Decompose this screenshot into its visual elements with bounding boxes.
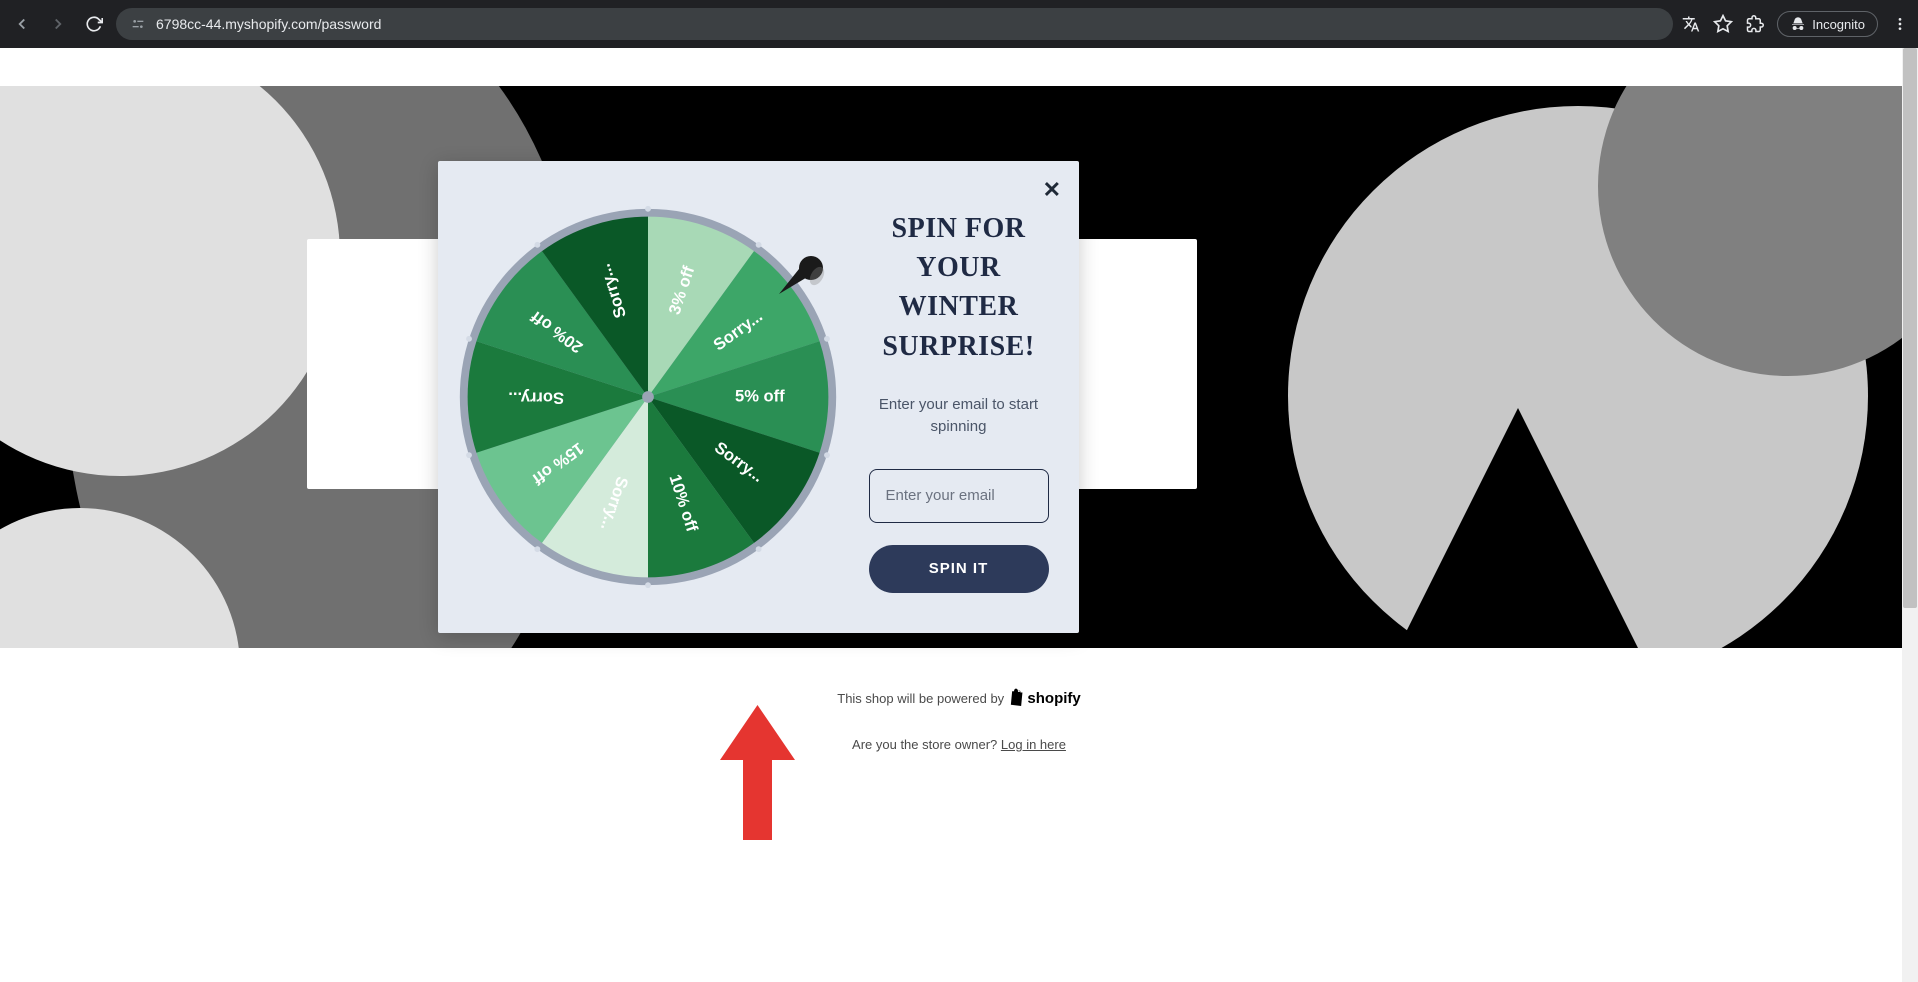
toolbar-right: Incognito: [1681, 11, 1910, 37]
shopify-bag-icon: [1008, 688, 1024, 709]
login-link[interactable]: Log in here: [1001, 737, 1066, 752]
chrome-menu-icon[interactable]: [1890, 14, 1910, 34]
scrollbar-track[interactable]: [1902, 48, 1918, 982]
bg-shape: [1378, 408, 1658, 648]
bookmark-icon[interactable]: [1713, 14, 1733, 34]
incognito-badge[interactable]: Incognito: [1777, 11, 1878, 37]
incognito-label: Incognito: [1812, 17, 1865, 32]
footer-prefix: This shop will be powered by: [837, 691, 1008, 706]
browser-toolbar: 6798cc-44.myshopify.com/password Incogni…: [0, 0, 1918, 48]
svg-text:5% off: 5% off: [735, 386, 785, 405]
page-content: Powered by omnisend This shop will be po…: [0, 48, 1918, 770]
forward-button[interactable]: [44, 10, 72, 38]
reload-button[interactable]: [80, 10, 108, 38]
wheel-pointer-icon: [777, 254, 825, 302]
close-button[interactable]: ✕: [1043, 177, 1061, 203]
address-bar[interactable]: 6798cc-44.myshopify.com/password: [116, 8, 1673, 40]
spin-form: SPIN FOR YOUR WINTER SURPRISE! Enter you…: [858, 161, 1079, 633]
spin-wheel-modal: ✕ 3% offSorry...5% offSorry...10% offSor…: [438, 161, 1079, 633]
modal-subtitle: Enter your email to start spinning: [862, 394, 1055, 439]
site-settings-icon[interactable]: [130, 16, 146, 32]
back-button[interactable]: [8, 10, 36, 38]
translate-icon[interactable]: [1681, 14, 1701, 34]
shopify-label: shopify: [1027, 690, 1080, 707]
svg-text:Sorry...: Sorry...: [508, 389, 564, 408]
url-text: 6798cc-44.myshopify.com/password: [156, 16, 381, 32]
spin-button[interactable]: SPIN IT: [869, 545, 1049, 593]
wheel-container: 3% offSorry...5% offSorry...10% offSorry…: [438, 161, 858, 633]
modal-title: SPIN FOR YOUR WINTER SURPRISE!: [862, 209, 1055, 366]
email-input[interactable]: [869, 469, 1049, 523]
store-owner-row: Are you the store owner? Log in here: [0, 719, 1918, 770]
footer-powered: This shop will be powered by shopify: [0, 648, 1918, 719]
scrollbar-thumb[interactable]: [1903, 48, 1917, 608]
close-icon: ✕: [1043, 177, 1061, 202]
owner-question: Are you the store owner?: [852, 737, 1001, 752]
extensions-icon[interactable]: [1745, 14, 1765, 34]
top-strip: [0, 48, 1918, 86]
